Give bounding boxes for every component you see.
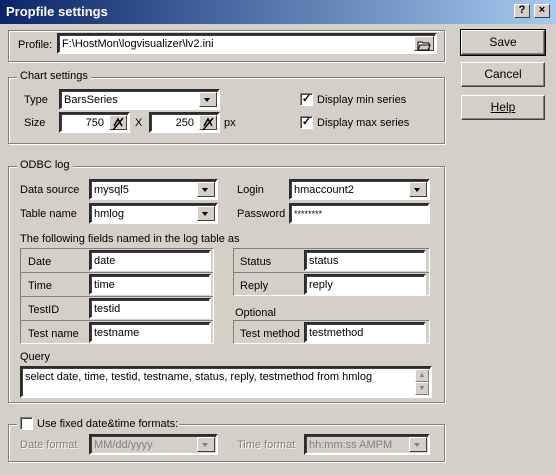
width-stepper[interactable]: 750	[59, 112, 130, 133]
chevron-down-icon[interactable]	[409, 437, 427, 452]
row-divider	[21, 272, 213, 273]
chevron-down-icon[interactable]	[409, 182, 427, 197]
table-name-select[interactable]: hmlog	[89, 203, 218, 224]
time-format-value: hh:mm:ss AMPM	[309, 439, 393, 451]
login-label: Login	[237, 184, 264, 196]
width-spin-icon[interactable]	[109, 115, 127, 131]
row-divider	[234, 272, 429, 273]
reply-label: Reply	[240, 280, 269, 292]
close-icon[interactable]: ×	[534, 4, 550, 18]
scroll-up-icon[interactable]: ▲	[415, 369, 429, 382]
query-scrollbar[interactable]: ▲ ▼	[415, 369, 429, 395]
chart-settings-legend: Chart settings	[17, 70, 91, 82]
testname-field[interactable]: testname	[89, 322, 211, 343]
testmethod-field[interactable]: testmethod	[304, 322, 426, 343]
display-min-checkbox[interactable]: ✓	[300, 93, 313, 106]
reply-field[interactable]: reply	[304, 274, 426, 295]
odbc-log-legend: ODBC log	[17, 159, 73, 171]
profile-label: Profile:	[18, 39, 53, 51]
query-textarea[interactable]: select date, time, testid, testname, sta…	[20, 366, 432, 398]
query-value: select date, time, testid, testname, sta…	[25, 371, 373, 383]
chevron-down-icon[interactable]	[199, 92, 217, 107]
date-field[interactable]: date	[89, 250, 211, 271]
width-value: 750	[85, 117, 104, 129]
help-button[interactable]: Help	[461, 95, 545, 120]
type-value: BarsSeries	[64, 94, 118, 106]
window-title: Propfile settings	[6, 4, 108, 19]
row-divider	[21, 296, 213, 297]
testid-field[interactable]: testid	[89, 298, 211, 319]
chevron-down-icon[interactable]	[197, 182, 215, 197]
help-icon[interactable]: ?	[514, 4, 530, 18]
fields-caption: The following fields named in the log ta…	[20, 233, 240, 245]
height-stepper[interactable]: 250	[149, 112, 220, 133]
cancel-button[interactable]: Cancel	[461, 62, 545, 87]
date-format-value: MM/dd/yyyy	[94, 439, 153, 451]
px-label: px	[224, 117, 236, 129]
height-value: 250	[175, 117, 194, 129]
open-folder-icon[interactable]	[414, 36, 434, 51]
date-label: Date	[28, 256, 52, 268]
chevron-down-icon[interactable]	[197, 437, 215, 452]
testid-label: TestID	[28, 304, 60, 316]
table-name-value: hmlog	[94, 208, 124, 220]
time-format-label: Time format	[237, 439, 296, 451]
date-format-select[interactable]: MM/dd/yyyy	[89, 434, 218, 455]
save-button[interactable]: Save	[460, 29, 546, 56]
time-format-select[interactable]: hh:mm:ss AMPM	[304, 434, 430, 455]
query-label: Query	[20, 351, 50, 363]
data-source-label: Data source	[20, 184, 80, 196]
height-spin-icon[interactable]	[199, 115, 217, 131]
login-select[interactable]: hmaccount2	[289, 179, 430, 200]
time-label: Time	[28, 280, 53, 292]
password-field[interactable]: ********	[289, 203, 430, 224]
table-name-label: Table name	[20, 208, 77, 220]
data-source-select[interactable]: mysql5	[89, 179, 218, 200]
time-field[interactable]: time	[89, 274, 211, 295]
password-label: Password	[237, 208, 286, 220]
display-max-checkbox[interactable]: ✓	[300, 116, 313, 129]
use-fixed-formats-checkbox[interactable]	[20, 417, 33, 430]
display-max-label: Display max series	[317, 117, 410, 129]
data-source-value: mysql5	[94, 184, 129, 196]
status-field[interactable]: status	[304, 250, 426, 271]
login-value: hmaccount2	[294, 184, 354, 196]
optional-label: Optional	[235, 307, 276, 319]
type-label: Type	[24, 94, 48, 106]
testmethod-label: Test method	[240, 328, 300, 340]
chart-settings-group	[8, 77, 445, 144]
scroll-down-icon[interactable]: ▼	[415, 382, 429, 395]
date-format-label: Date format	[20, 439, 78, 451]
use-fixed-formats-label: Use fixed date&time formats:	[37, 418, 179, 430]
chevron-down-icon[interactable]	[197, 206, 215, 221]
profile-path-value: F:\HostMon\logvisualizer\lv2.ini	[62, 38, 214, 50]
testname-label: Test name	[28, 328, 79, 340]
display-min-label: Display min series	[317, 94, 407, 106]
type-select[interactable]: BarsSeries	[59, 89, 220, 110]
times-label: X	[135, 117, 143, 129]
status-label: Status	[240, 256, 272, 268]
row-divider	[21, 320, 213, 321]
size-label: Size	[24, 117, 46, 129]
profile-path-field[interactable]: F:\HostMon\logvisualizer\lv2.ini	[57, 33, 437, 54]
